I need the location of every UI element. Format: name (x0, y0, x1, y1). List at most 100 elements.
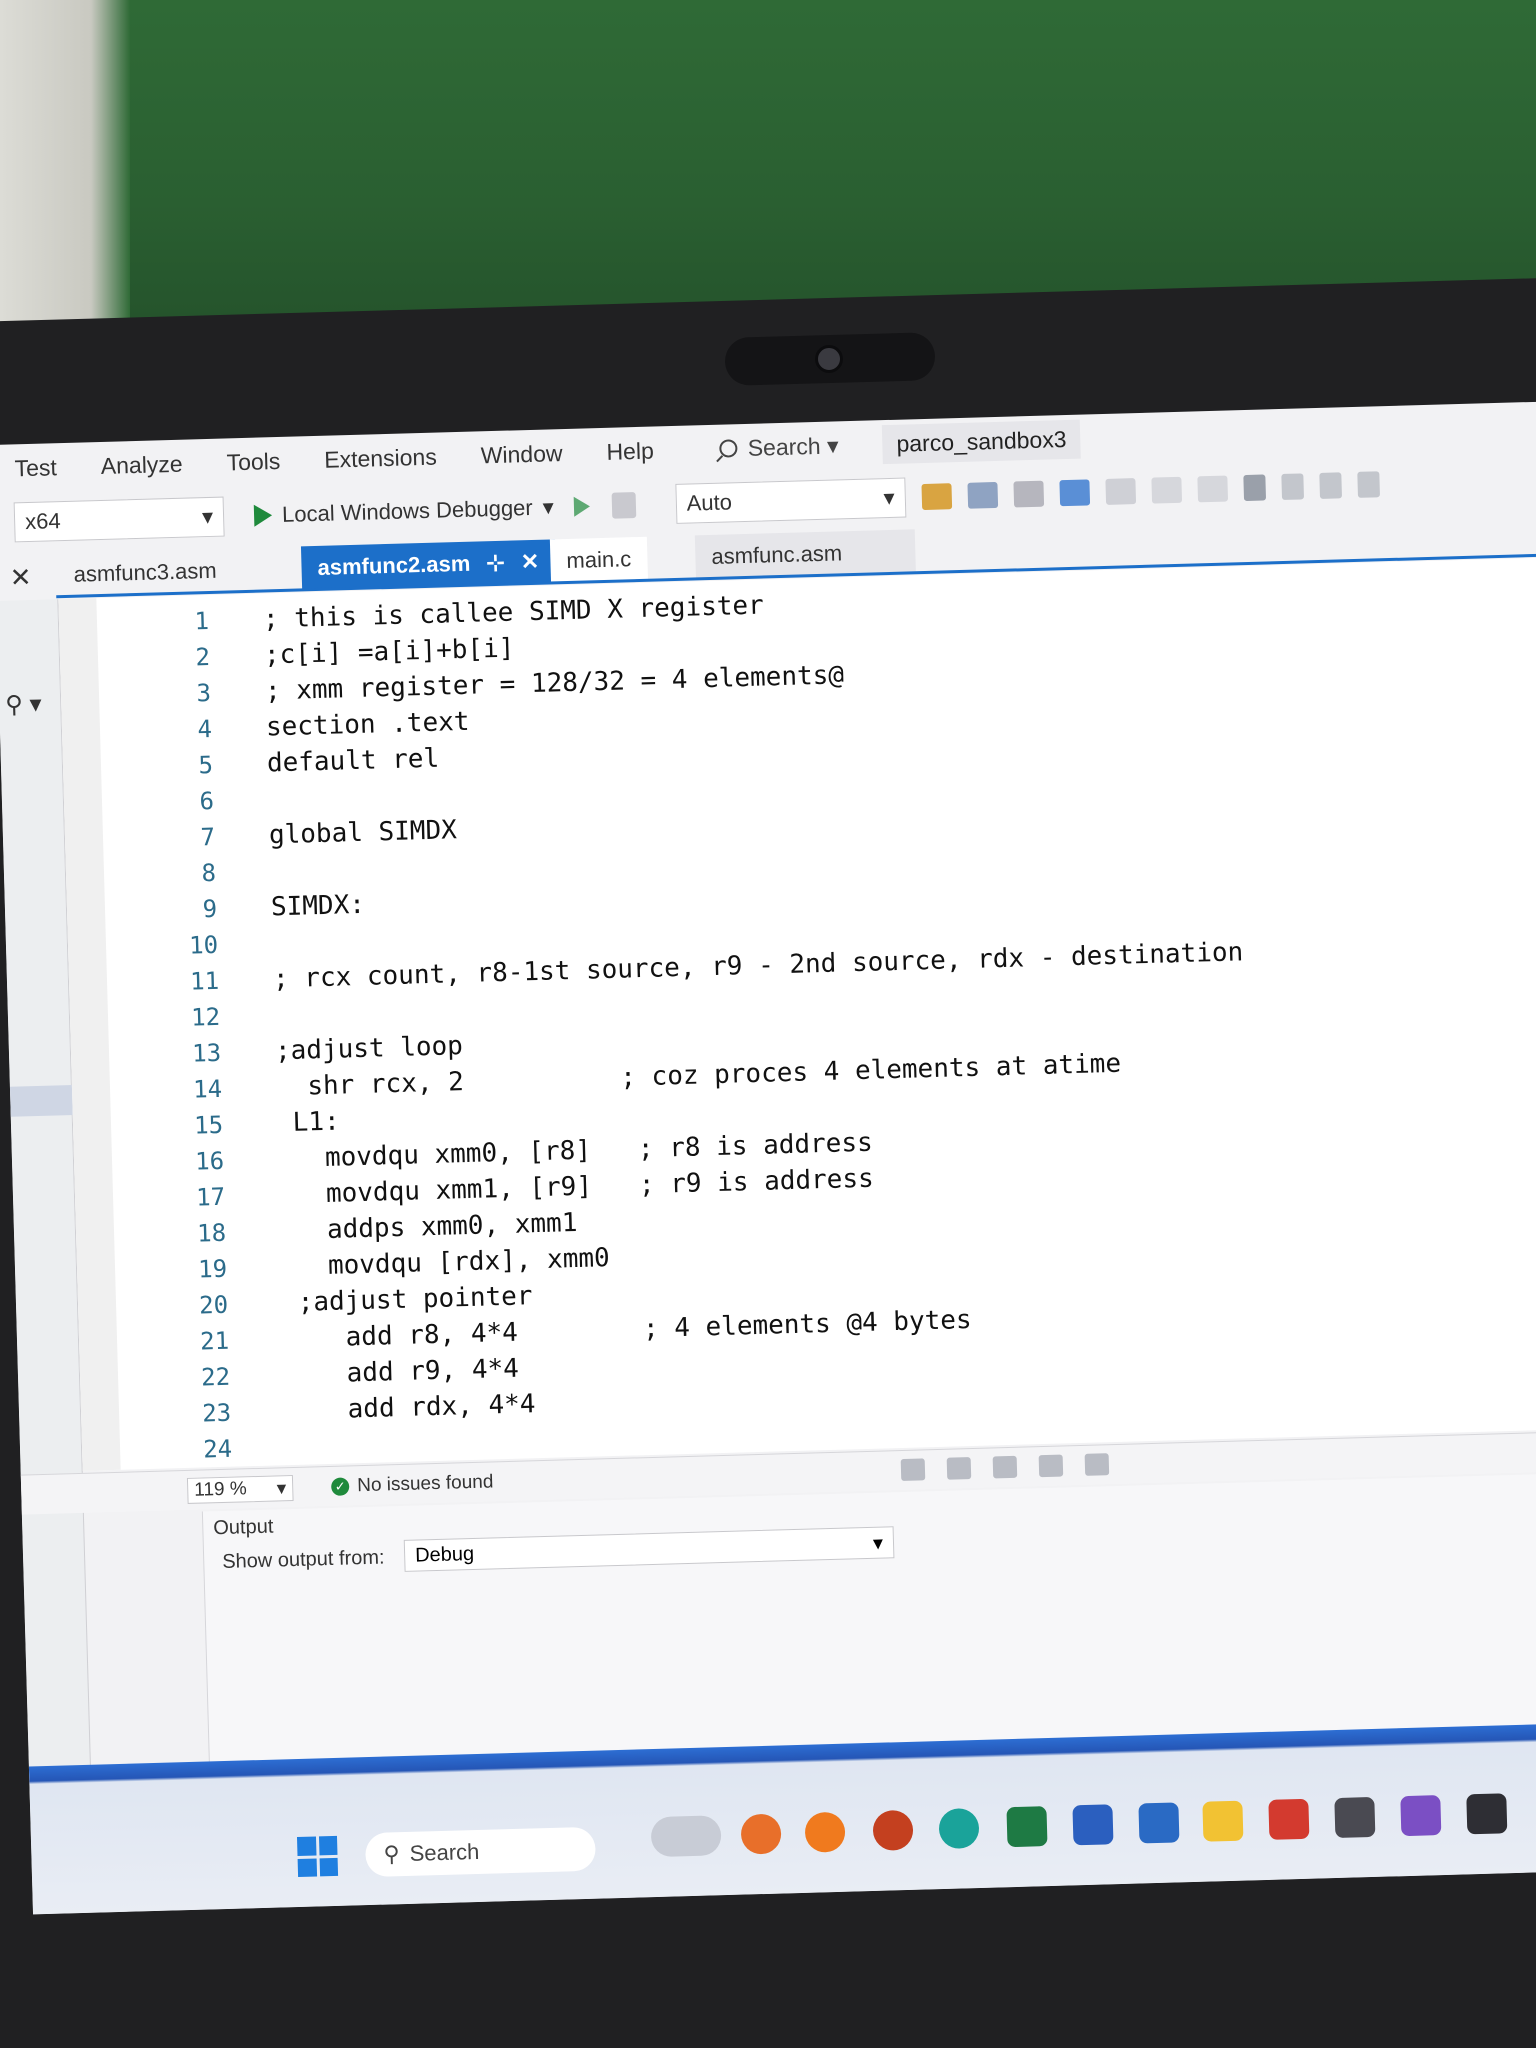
line-number: 23 (201, 1398, 232, 1428)
code-text: L1: (276, 1106, 341, 1139)
powerpoint-icon[interactable] (872, 1809, 914, 1851)
zoom-value: 119 % (193, 1478, 248, 1501)
menu-tools[interactable]: Tools (204, 447, 302, 477)
search-icon: ⚲ (383, 1841, 400, 1867)
mail-icon[interactable] (1138, 1802, 1180, 1844)
word-icon[interactable] (1072, 1804, 1114, 1846)
previous-bookmark-icon[interactable] (1281, 473, 1304, 501)
search-icon (719, 439, 738, 458)
file-explorer-icon[interactable] (1202, 1800, 1244, 1842)
taskbar-search[interactable]: ⚲ Search (364, 1826, 597, 1878)
code-text: SIMDX: (270, 889, 366, 923)
line-number: 24 (202, 1434, 233, 1464)
uncomment-icon[interactable] (1197, 475, 1228, 503)
snipping-tool-icon[interactable] (1334, 1796, 1376, 1839)
line-number: 19 (197, 1254, 228, 1284)
excel-icon[interactable] (1006, 1806, 1048, 1848)
tab-label: asmfunc.asm (711, 540, 843, 569)
code-text: addps xmm0, xmm1 (279, 1207, 578, 1247)
menu-test[interactable]: Test (0, 453, 79, 482)
edge-icon[interactable] (938, 1807, 980, 1850)
line-number: 16 (194, 1146, 225, 1176)
clear-bookmarks-icon[interactable] (1357, 471, 1380, 498)
next-bookmark-icon[interactable] (1319, 472, 1342, 499)
output-pane: Output Show output from: Debug ▾ (201, 1471, 1536, 1772)
app-icon[interactable] (1268, 1798, 1310, 1840)
properties-icon[interactable] (967, 481, 998, 509)
menu-help[interactable]: Help (584, 436, 676, 466)
windows-start-icon[interactable] (296, 1835, 339, 1878)
configuration-select[interactable]: Auto ▾ (675, 477, 907, 524)
line-number: 15 (193, 1110, 224, 1140)
line-number: 18 (196, 1218, 227, 1248)
play-icon (253, 504, 273, 527)
menu-search-button[interactable]: Search ▾ (705, 425, 853, 469)
chevron-down-icon: ▾ (201, 503, 214, 530)
solution-explorer-icon[interactable] (921, 483, 952, 511)
tab-asmfunc3[interactable]: asmfunc3.asm (57, 548, 233, 597)
tab-label: asmfunc2.asm (317, 550, 471, 580)
start-debugging-button[interactable]: Local Windows Debugger ▾ (253, 494, 555, 528)
line-number: 11 (189, 966, 220, 996)
step-icon[interactable] (1059, 479, 1090, 507)
spell-check-icon[interactable] (1013, 480, 1044, 508)
start-without-debugging-icon[interactable] (573, 496, 590, 517)
debugger-label: Local Windows Debugger (281, 494, 534, 527)
copilot-icon[interactable] (740, 1813, 782, 1855)
webcam-icon (815, 345, 843, 373)
format-icon[interactable] (1105, 478, 1136, 505)
line-number: 9 (202, 894, 218, 924)
clear-output-icon[interactable] (946, 1457, 972, 1480)
menu-analyze[interactable]: Analyze (78, 450, 205, 481)
close-tab-icon[interactable]: ✕ (520, 549, 539, 576)
code-editor[interactable]: 1; this is callee SIMD X register 2 ;c[i] … (58, 556, 1536, 1471)
tab-label: main.c (566, 546, 632, 574)
line-number: 22 (200, 1362, 231, 1392)
line-number: 21 (199, 1326, 230, 1356)
close-icon[interactable]: ✕ (9, 562, 32, 594)
terminal-icon[interactable] (1466, 1793, 1508, 1835)
solution-name: parco_sandbox3 (881, 419, 1082, 464)
menu-window[interactable]: Window (458, 439, 585, 470)
chevron-down-icon: ▾ (883, 484, 895, 511)
chevron-down-icon: ▾ (542, 494, 555, 520)
code-text: global SIMDX (268, 815, 458, 851)
code-text: add r9, 4*4 (283, 1353, 520, 1391)
issues-indicator[interactable]: ✓ No issues found (330, 1471, 494, 1498)
widgets-icon[interactable] (650, 1815, 722, 1858)
code-text: default rel (266, 743, 440, 779)
menu-extensions[interactable]: Extensions (302, 442, 459, 473)
issues-label: No issues found (356, 1471, 494, 1497)
word-wrap-icon[interactable] (992, 1455, 1018, 1479)
line-number: 12 (190, 1002, 221, 1032)
line-number: 20 (198, 1290, 229, 1320)
code-text: ;adjust loop (274, 1031, 464, 1067)
pin-icon[interactable]: ⊹ (486, 550, 505, 577)
line-number: 5 (198, 750, 214, 780)
line-number: 13 (191, 1038, 222, 1068)
platform-select[interactable]: x64 ▾ (13, 496, 225, 543)
output-source-select[interactable]: Debug ▾ (403, 1526, 895, 1572)
line-number: 8 (201, 858, 217, 888)
chevron-down-icon: ▾ (872, 1532, 884, 1555)
hot-reload-icon[interactable] (611, 492, 637, 519)
line-number: 10 (188, 930, 219, 960)
chevron-down-icon: ▾ (820, 431, 839, 459)
side-search-icon[interactable]: ⚲ ▾ (5, 690, 42, 720)
taskbar-search-label: Search (409, 1838, 480, 1866)
configuration-value: Auto (686, 489, 733, 516)
visual-studio-icon[interactable] (1400, 1795, 1442, 1837)
bookmark-icon[interactable] (1243, 474, 1266, 502)
comment-icon[interactable] (1151, 476, 1182, 504)
clock-icon[interactable] (1084, 1453, 1110, 1476)
code-text: add rdx, 4*4 (284, 1389, 536, 1427)
line-number: 3 (196, 678, 212, 708)
code-text: ;c[i] =a[i]+b[i] (263, 633, 515, 671)
firefox-icon[interactable] (804, 1811, 846, 1853)
find-icon[interactable] (900, 1458, 926, 1482)
line-number: 7 (200, 822, 216, 852)
zoom-select[interactable]: 119 % ▾ (186, 1475, 294, 1504)
toggle-icon[interactable] (1038, 1454, 1064, 1478)
background-light (0, 0, 130, 340)
tab-main-c[interactable]: main.c (549, 536, 648, 584)
